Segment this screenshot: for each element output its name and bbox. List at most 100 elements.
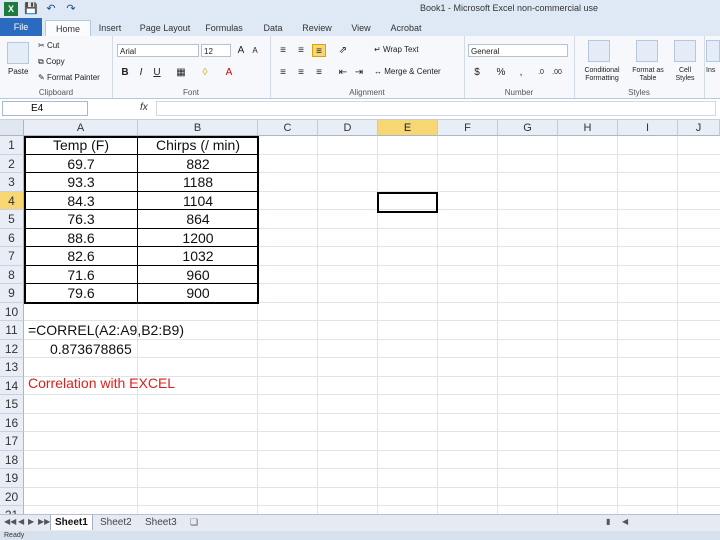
prev-sheet-icon[interactable]: ◀ bbox=[18, 517, 24, 526]
sheet-tab-2[interactable]: Sheet2 bbox=[96, 515, 136, 530]
decrease-decimal-icon[interactable]: .00 bbox=[550, 66, 564, 79]
number-format-combo[interactable]: General bbox=[468, 44, 568, 57]
worksheet-grid[interactable]: A B C D E F G H I J 1 2 3 4 5 6 7 8 9 10 11 12 13 14 1… bbox=[0, 120, 720, 514]
row-header-9[interactable]: 9 bbox=[0, 284, 24, 303]
wrap-text-button[interactable]: ↵ Wrap Text bbox=[374, 45, 419, 54]
column-header-c[interactable]: C bbox=[258, 120, 318, 136]
tab-data[interactable]: Data bbox=[258, 20, 288, 36]
underline-button[interactable]: U bbox=[150, 66, 164, 79]
row-header-21[interactable]: 21 bbox=[0, 506, 24, 514]
redo-icon[interactable]: ↷ bbox=[64, 2, 78, 16]
align-center-icon[interactable]: ≡ bbox=[294, 66, 308, 79]
column-header-a[interactable]: A bbox=[24, 120, 138, 136]
percent-icon[interactable]: % bbox=[494, 66, 508, 79]
cell-a14[interactable]: Correlation with EXCEL bbox=[28, 375, 175, 391]
row-header-12[interactable]: 12 bbox=[0, 339, 24, 358]
cell-styles-button[interactable]: Cell Styles bbox=[670, 67, 700, 83]
row-header-10[interactable]: 10 bbox=[0, 302, 24, 321]
align-bottom-icon[interactable]: ≡ bbox=[312, 44, 326, 57]
insert-cells-button[interactable]: Ins bbox=[706, 67, 715, 74]
row-header-8[interactable]: 8 bbox=[0, 265, 24, 284]
formula-input[interactable] bbox=[156, 101, 716, 116]
column-header-f[interactable]: F bbox=[438, 120, 498, 136]
merge-center-button[interactable]: ↔ Merge & Center bbox=[374, 67, 441, 76]
column-header-g[interactable]: G bbox=[498, 120, 558, 136]
tab-acrobat[interactable]: Acrobat bbox=[386, 20, 426, 36]
currency-icon[interactable]: $ bbox=[470, 66, 484, 79]
font-name-combo[interactable]: Arial bbox=[117, 44, 199, 57]
format-as-table-icon[interactable] bbox=[636, 40, 658, 62]
next-sheet-icon[interactable]: ▶ bbox=[28, 517, 34, 526]
active-cell-e4[interactable] bbox=[377, 192, 438, 213]
fx-icon[interactable]: fx bbox=[140, 102, 148, 113]
tab-formulas[interactable]: Formulas bbox=[202, 20, 246, 36]
name-box[interactable]: E4 bbox=[2, 101, 88, 116]
borders-icon[interactable]: ▦ bbox=[174, 66, 188, 79]
row-header-17[interactable]: 17 bbox=[0, 432, 24, 451]
row-header-11[interactable]: 11 bbox=[0, 321, 24, 340]
align-left-icon[interactable]: ≡ bbox=[276, 66, 290, 79]
last-sheet-icon[interactable]: ▶▶ bbox=[38, 517, 50, 526]
decrease-indent-icon[interactable]: ⇤ bbox=[336, 66, 350, 79]
horizontal-scrollbar-handle[interactable]: ▮ bbox=[606, 517, 610, 526]
tab-review[interactable]: Review bbox=[298, 20, 336, 36]
column-header-b[interactable]: B bbox=[138, 120, 258, 136]
cell-styles-icon[interactable] bbox=[674, 40, 696, 62]
sheet-tab-3[interactable]: Sheet3 bbox=[141, 515, 181, 530]
row-header-3[interactable]: 3 bbox=[0, 173, 24, 192]
row-header-4[interactable]: 4 bbox=[0, 191, 24, 210]
shrink-font-icon[interactable]: A bbox=[248, 44, 262, 57]
conditional-formatting-button[interactable]: Conditional Formatting bbox=[577, 67, 627, 83]
align-right-icon[interactable]: ≡ bbox=[312, 66, 326, 79]
column-header-e[interactable]: E bbox=[378, 120, 438, 136]
row-header-13[interactable]: 13 bbox=[0, 358, 24, 377]
column-header-h[interactable]: H bbox=[558, 120, 618, 136]
grow-font-icon[interactable]: A bbox=[234, 44, 248, 57]
column-header-i[interactable]: I bbox=[618, 120, 678, 136]
font-size-combo[interactable]: 12 bbox=[201, 44, 231, 57]
italic-button[interactable]: I bbox=[134, 66, 148, 79]
row-header-18[interactable]: 18 bbox=[0, 450, 24, 469]
row-header-20[interactable]: 20 bbox=[0, 487, 24, 506]
increase-indent-icon[interactable]: ⇥ bbox=[352, 66, 366, 79]
comma-style-icon[interactable]: , bbox=[514, 66, 528, 79]
row-header-15[interactable]: 15 bbox=[0, 395, 24, 414]
column-header-d[interactable]: D bbox=[318, 120, 378, 136]
cut-button[interactable]: ✂ Cut bbox=[38, 41, 59, 50]
row-header-2[interactable]: 2 bbox=[0, 154, 24, 173]
row-header-6[interactable]: 6 bbox=[0, 228, 24, 247]
column-header-j[interactable]: J bbox=[678, 120, 720, 136]
cell-a11[interactable]: =CORREL(A2:A9,B2:B9) bbox=[28, 322, 184, 338]
insert-cells-icon[interactable] bbox=[706, 40, 720, 62]
align-middle-icon[interactable]: ≡ bbox=[294, 44, 308, 57]
tab-view[interactable]: View bbox=[346, 20, 376, 36]
tab-file[interactable]: File bbox=[0, 18, 42, 36]
cell-a12[interactable]: 0.873678865 bbox=[50, 341, 132, 357]
fill-color-icon[interactable]: ◊ bbox=[198, 66, 212, 79]
row-header-5[interactable]: 5 bbox=[0, 210, 24, 229]
tab-page-layout[interactable]: Page Layout bbox=[136, 20, 194, 36]
format-as-table-button[interactable]: Format as Table bbox=[626, 67, 670, 83]
copy-button[interactable]: ⧉ Copy bbox=[38, 57, 65, 67]
row-header-7[interactable]: 7 bbox=[0, 247, 24, 266]
select-all-corner[interactable] bbox=[0, 120, 24, 136]
conditional-formatting-icon[interactable] bbox=[588, 40, 610, 62]
row-header-14[interactable]: 14 bbox=[0, 376, 24, 395]
tab-insert[interactable]: Insert bbox=[94, 20, 126, 36]
bold-button[interactable]: B bbox=[118, 66, 132, 79]
orientation-icon[interactable]: ⇗ bbox=[336, 44, 350, 57]
row-header-1[interactable]: 1 bbox=[0, 136, 24, 155]
sheet-tab-1[interactable]: Sheet1 bbox=[50, 515, 93, 530]
align-top-icon[interactable]: ≡ bbox=[276, 44, 290, 57]
increase-decimal-icon[interactable]: .0 bbox=[534, 66, 548, 79]
scroll-left-icon[interactable]: ◀ bbox=[622, 517, 628, 526]
paste-icon[interactable] bbox=[7, 42, 29, 64]
row-header-19[interactable]: 19 bbox=[0, 469, 24, 488]
undo-icon[interactable]: ↶ bbox=[44, 2, 58, 16]
save-icon[interactable]: 💾 bbox=[24, 2, 38, 16]
font-color-icon[interactable]: A bbox=[222, 66, 236, 79]
first-sheet-icon[interactable]: ◀◀ bbox=[4, 517, 16, 526]
paste-button[interactable]: Paste bbox=[8, 67, 28, 76]
format-painter-button[interactable]: ✎ Format Painter bbox=[38, 73, 100, 82]
row-header-16[interactable]: 16 bbox=[0, 413, 24, 432]
